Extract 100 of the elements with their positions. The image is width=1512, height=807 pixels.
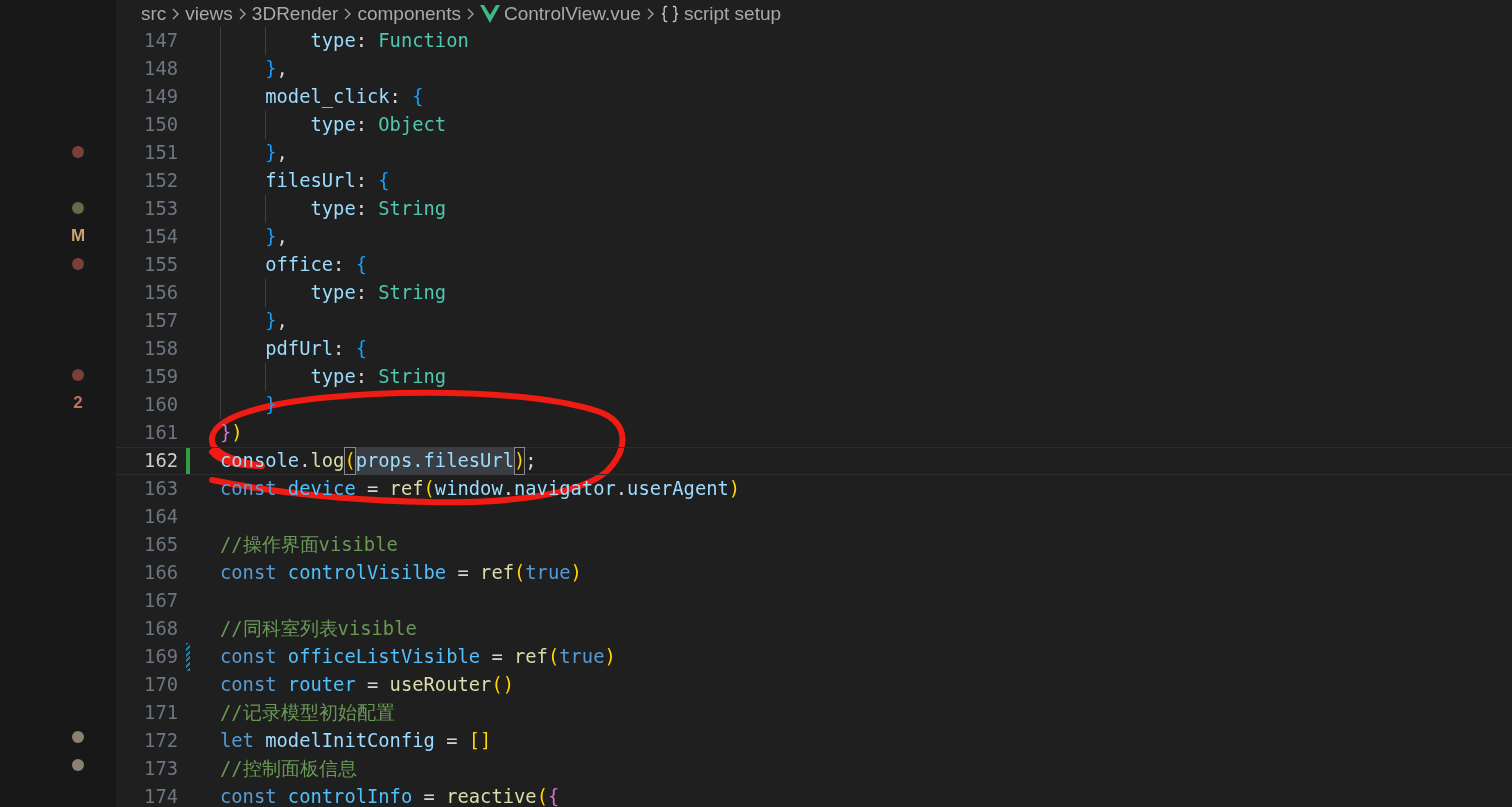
line-number: 149 [143, 84, 178, 109]
braces-icon [659, 3, 680, 24]
code-token: } [264, 308, 277, 333]
line-number: 151 [143, 140, 178, 165]
code-token: ) [514, 446, 526, 476]
code-token: { [355, 252, 367, 277]
breadcrumb-item[interactable]: views [185, 4, 233, 23]
code-token: : [355, 196, 368, 221]
vue-logo-icon [479, 4, 500, 23]
chevron-right-icon [172, 7, 180, 20]
code-comment: //记录模型初始配置 [220, 700, 395, 725]
code-token: . [615, 476, 628, 501]
chevron-right-icon [344, 7, 352, 20]
code-token: : [333, 252, 346, 277]
code-token: office [264, 252, 334, 277]
code-token: true [525, 560, 571, 585]
code-token: , [276, 308, 288, 333]
code-token: = [445, 728, 459, 753]
line-number: 153 [143, 196, 178, 221]
code-token: userAgent [627, 476, 729, 501]
code-token: ) [231, 420, 243, 445]
code-token: Function [378, 28, 469, 53]
code-token: type [309, 280, 356, 305]
code-token: useRouter [389, 672, 492, 697]
line-number: 170 [143, 672, 178, 697]
status-letter: M [70, 225, 86, 248]
code-comment: //控制面板信息 [220, 756, 357, 781]
breadcrumb-item[interactable]: src [141, 4, 167, 23]
line-number: 156 [143, 280, 178, 305]
code-token: } [264, 224, 277, 249]
code-token: = [490, 644, 504, 669]
line-number: 174 [143, 784, 178, 807]
code-token: : [355, 168, 368, 193]
code-token: } [264, 56, 277, 81]
line-number: 161 [143, 420, 178, 445]
line-number: 155 [143, 252, 178, 277]
code-token: String [378, 364, 447, 389]
breadcrumb-item[interactable]: components [357, 4, 461, 23]
code-token: ( [423, 476, 435, 501]
line-number: 165 [143, 532, 178, 557]
code-token: ref [389, 476, 424, 501]
code-token: type [309, 28, 356, 53]
code-token: } [264, 140, 277, 165]
code-token: : [355, 28, 368, 53]
code-token: } [220, 420, 232, 445]
code-token: { [355, 336, 367, 361]
code-token: : [355, 364, 368, 389]
line-number: 162 [143, 448, 178, 473]
code-token: reactive [446, 784, 537, 807]
line-number: 166 [143, 560, 178, 585]
chevron-right-icon [238, 7, 246, 20]
code-token: () [491, 672, 514, 697]
code-token: const [220, 644, 278, 669]
code-token: pdfUrl [264, 336, 334, 361]
code-comment: //同科室列表visible [220, 616, 417, 641]
breadcrumb-item[interactable]: 3DRender [251, 4, 339, 23]
code-token: : [355, 112, 368, 137]
code-token: ) [728, 476, 741, 501]
code-token: props.filesUrl [355, 446, 514, 476]
code-token: { [412, 84, 424, 109]
line-number: 159 [143, 364, 178, 389]
code-token: model_click [264, 84, 390, 110]
line-number: 152 [143, 168, 178, 193]
code-token: = [366, 672, 380, 697]
code-token: const [220, 672, 278, 697]
code-token: . [502, 476, 514, 501]
code-token: = [366, 476, 380, 501]
code-token: type [309, 112, 356, 137]
code-token: ref [480, 560, 514, 585]
code-token: : [389, 84, 402, 109]
code-token: const [220, 784, 278, 807]
line-number: 157 [143, 308, 178, 333]
code-comment: //操作界面visible [220, 532, 398, 557]
line-number: 160 [143, 392, 178, 417]
line-number: 168 [143, 616, 178, 641]
code-token: ( [344, 446, 356, 476]
line-number: 154 [143, 224, 178, 249]
code-token: ( [547, 644, 560, 669]
code-token: type [309, 196, 356, 221]
code-token: : [355, 280, 368, 305]
code-token: { [547, 784, 560, 807]
line-number: 148 [143, 56, 178, 81]
code-token: router [287, 672, 356, 697]
code-token: const [220, 560, 278, 585]
status-letter: 2 [73, 392, 83, 415]
line-number: 172 [143, 728, 178, 753]
code-token: ) [570, 560, 582, 585]
breadcrumb-item[interactable]: script setup [683, 4, 782, 23]
code-token: filesUrl [264, 168, 356, 193]
code-token: window [434, 476, 503, 501]
line-number: 171 [143, 700, 178, 725]
code-token: type [309, 364, 356, 389]
breadcrumb-item[interactable]: ControlView.vue [503, 4, 641, 23]
code-token: , [276, 224, 288, 249]
code-token: ref [514, 644, 548, 669]
line-number: 164 [143, 504, 178, 529]
code-token: { [378, 168, 390, 193]
code-token: controlVisilbe [287, 560, 447, 585]
code-token: device [287, 476, 356, 501]
code-token: true [559, 644, 605, 669]
